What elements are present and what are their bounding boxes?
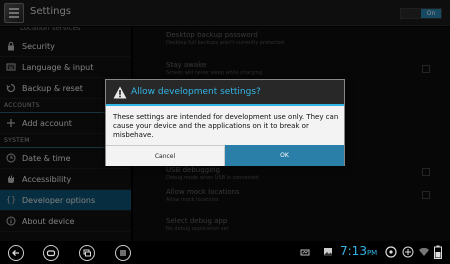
dialog-header: Allow development settings? — [106, 80, 344, 106]
warning-icon — [113, 86, 127, 99]
system-bar: 7:13PM — [0, 241, 450, 264]
debug-icon — [385, 246, 397, 258]
recent-apps-icon — [83, 249, 91, 257]
usb-icon — [300, 249, 310, 256]
cancel-button[interactable]: Cancel — [106, 145, 225, 166]
allow-dev-settings-dialog: Allow development settings? These settin… — [105, 79, 345, 166]
menu-icon — [120, 250, 126, 256]
gallery-icon — [324, 248, 332, 256]
dialog-title: Allow development settings? — [131, 87, 261, 97]
clock-ampm: PM — [366, 249, 378, 257]
clock-time: 7:13 — [340, 244, 367, 258]
home-button[interactable] — [43, 245, 59, 261]
menu-button[interactable] — [115, 245, 131, 261]
wifi-icon — [419, 247, 429, 256]
dialog-message: These settings are intended for developm… — [113, 113, 339, 139]
battery-icon — [434, 245, 442, 259]
ok-button[interactable]: OK — [225, 145, 344, 166]
home-icon — [46, 250, 56, 257]
back-button[interactable] — [8, 245, 24, 261]
recent-apps-button[interactable] — [79, 245, 95, 261]
back-arrow-icon — [12, 250, 19, 256]
signal-icon — [402, 246, 414, 258]
status-clock[interactable]: 7:13PM — [340, 244, 377, 258]
